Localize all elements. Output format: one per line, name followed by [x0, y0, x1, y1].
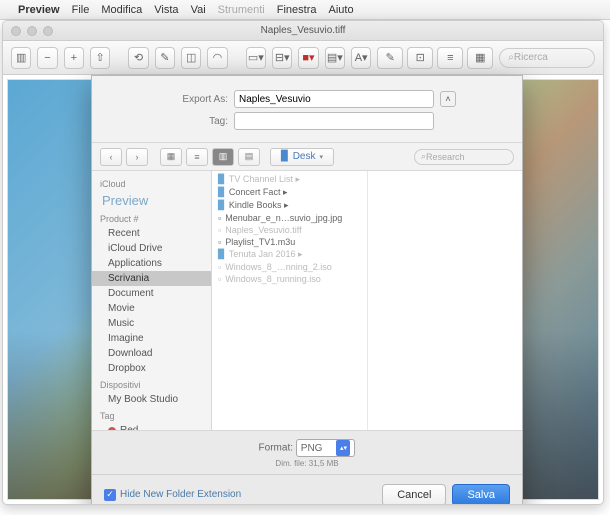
crop-button[interactable]: ⊡ [407, 47, 433, 69]
menu-help[interactable]: Aiuto [328, 4, 353, 16]
collapse-dialog-button[interactable]: ˄ [440, 91, 456, 107]
color-button[interactable]: ■▾ [298, 47, 318, 69]
sidebar-item[interactable]: Document [92, 286, 211, 301]
select-button[interactable]: ◫ [181, 47, 201, 69]
menu-view[interactable]: Vista [154, 4, 178, 16]
view-column-button[interactable]: ▥ [212, 148, 234, 166]
file-icon: ▫ [218, 225, 221, 235]
cancel-button[interactable]: Cancel [382, 484, 446, 506]
edit-button[interactable]: ✎ [377, 47, 403, 69]
file-column[interactable]: ▉TV Channel List ▸▉Concert Fact ▸▉Kindle… [212, 171, 368, 430]
file-icon: ▫ [218, 237, 221, 247]
inspector-button[interactable]: ▦ [467, 47, 493, 69]
sidebar-section-header: iCloud [92, 175, 211, 191]
sidebar-item[interactable]: Movie [92, 301, 211, 316]
app-toolbar: ▥ − + ⇧ ⟲ ✎ ◫ ◠ ▭▾ ⊟▾ ■▾ ▤▾ A▾ ✎ ⊡ ≡ ▦ ⌕… [3, 41, 603, 75]
sidebar-item[interactable]: Imagine [92, 331, 211, 346]
folder-icon: ▉ [218, 200, 225, 211]
sidebar-item[interactable]: My Book Studio [92, 392, 211, 407]
tag-input[interactable] [234, 112, 434, 130]
minimize-window-button[interactable] [27, 26, 37, 36]
hide-extension-checkbox[interactable]: ✓ Hide New Folder Extension [104, 489, 241, 501]
file-icon: ▫ [218, 213, 221, 223]
sidebar-item[interactable]: iCloud Drive [92, 241, 211, 256]
dialog-search-input[interactable]: ⌕ Research [414, 149, 514, 165]
toolbar-search-input[interactable]: ⌕ Ricerca [499, 48, 595, 68]
sidebar-section-header: Dispositivi [92, 376, 211, 392]
zoom-in-button[interactable]: + [64, 47, 84, 69]
file-item[interactable]: ▉TV Channel List ▸ [212, 173, 367, 186]
menu-tools[interactable]: Strumenti [218, 4, 265, 16]
file-item[interactable]: ▫Menubar_e_n…suvio_jpg.jpg [212, 212, 367, 224]
fill-button[interactable]: ▤▾ [325, 47, 345, 69]
export-as-label: Export As: [158, 94, 228, 105]
window-title: Naples_Vesuvio.tiff [261, 25, 346, 36]
file-item[interactable]: ▫Naples_Vesuvio.tiff [212, 224, 367, 236]
format-select[interactable]: PNG ▴▾ [296, 439, 356, 457]
save-button[interactable]: Salva [452, 484, 510, 506]
shapes-button[interactable]: ▭▾ [246, 47, 266, 69]
sidebar-item[interactable]: Recent [92, 226, 211, 241]
sidebar-toggle-button[interactable]: ▥ [11, 47, 31, 69]
close-window-button[interactable] [11, 26, 21, 36]
menu-file[interactable]: File [72, 4, 90, 16]
sidebar-item[interactable]: Scrivania [92, 271, 211, 286]
file-icon: ▫ [218, 262, 221, 272]
adjust-button[interactable]: ≡ [437, 47, 463, 69]
sidebar-section-header: Product # [92, 210, 211, 226]
path-dropdown[interactable]: ▉Desk ▾ [270, 148, 334, 166]
filesize-value: 31,5 MB [309, 459, 339, 468]
file-item[interactable]: ▫Windows_8_running.iso [212, 273, 367, 285]
font-button[interactable]: A▾ [351, 47, 371, 69]
dialog-nav-bar: ‹ › ▦ ≡ ▥ ▤ ▉Desk ▾ ⌕ Research [92, 143, 522, 171]
folder-icon: ▉ [218, 249, 225, 260]
app-menu[interactable]: Preview [18, 4, 60, 16]
text-button[interactable]: ⊟▾ [272, 47, 292, 69]
menu-edit[interactable]: Modifica [101, 4, 142, 16]
stepper-icon: ▴▾ [336, 440, 350, 456]
rotate-button[interactable]: ⟲ [128, 47, 148, 69]
sidebar-item[interactable]: Applications [92, 256, 211, 271]
nav-forward-button[interactable]: › [126, 148, 148, 166]
format-label: Format: [259, 443, 293, 454]
lasso-button[interactable]: ◠ [207, 47, 227, 69]
file-item[interactable]: ▉Tenuta Jan 2016 ▸ [212, 248, 367, 261]
file-item[interactable]: ▫Windows_8_…nning_2.iso [212, 261, 367, 273]
menu-window[interactable]: Finestra [277, 4, 317, 16]
dialog-sidebar: iCloudPreviewProduct #RecentiCloud Drive… [92, 171, 212, 430]
sidebar-item[interactable]: Dropbox [92, 361, 211, 376]
preview-window: Naples_Vesuvio.tiff ▥ − + ⇧ ⟲ ✎ ◫ ◠ ▭▾ ⊟… [2, 20, 604, 505]
view-gallery-button[interactable]: ▤ [238, 148, 260, 166]
markup-button[interactable]: ✎ [155, 47, 175, 69]
view-icon-button[interactable]: ▦ [160, 148, 182, 166]
format-section: Format: PNG ▴▾ Dim. file: 31,5 MB [92, 430, 522, 474]
folder-icon: ▉ [218, 174, 225, 185]
export-as-input[interactable] [234, 90, 434, 108]
export-dialog: Export As: ˄ Tag: ‹ › ▦ ≡ ▥ ▤ ▉Desk ▾ [91, 75, 523, 505]
checkbox-icon: ✓ [104, 489, 116, 501]
filesize-label: Dim. file: [275, 459, 306, 468]
file-icon: ▫ [218, 274, 221, 284]
window-titlebar: Naples_Vesuvio.tiff [3, 21, 603, 41]
file-item[interactable]: ▉Kindle Books ▸ [212, 199, 367, 212]
zoom-out-button[interactable]: − [37, 47, 57, 69]
file-item[interactable]: ▉Concert Fact ▸ [212, 186, 367, 199]
sidebar-item[interactable]: Red [92, 423, 211, 430]
preview-column [368, 171, 523, 430]
file-item[interactable]: ▫Playlist_TV1.m3u [212, 236, 367, 248]
menu-go[interactable]: Vai [191, 4, 206, 16]
sidebar-item[interactable]: Download [92, 346, 211, 361]
tag-label: Tag: [158, 116, 228, 127]
view-list-button[interactable]: ≡ [186, 148, 208, 166]
sidebar-section-header: Tag [92, 407, 211, 423]
nav-back-button[interactable]: ‹ [100, 148, 122, 166]
sidebar-item[interactable]: Preview [92, 191, 211, 210]
system-menubar: Preview File Modifica Vista Vai Strument… [0, 0, 610, 20]
folder-icon: ▉ [218, 187, 225, 198]
share-button[interactable]: ⇧ [90, 47, 110, 69]
sidebar-item[interactable]: Music [92, 316, 211, 331]
zoom-window-button[interactable] [43, 26, 53, 36]
